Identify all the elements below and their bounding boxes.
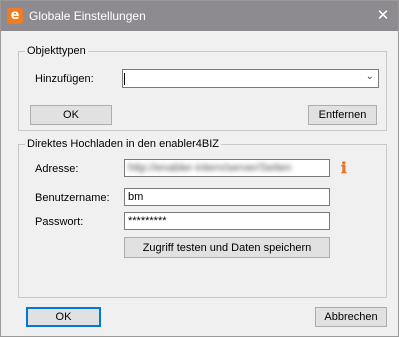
password-value: ********* (128, 215, 167, 227)
username-field[interactable]: bm (124, 188, 330, 206)
objekttypen-legend: Objekttypen (27, 45, 86, 57)
cancel-button[interactable]: Abbrechen (315, 307, 387, 327)
objekttypen-ok-button[interactable]: OK (30, 105, 112, 125)
remove-button[interactable]: Entfernen (308, 105, 377, 125)
close-icon[interactable]: ✕ (374, 6, 392, 24)
add-label: Hinzufügen: (35, 73, 94, 85)
window-title: Globale Einstellungen (29, 9, 146, 23)
password-field[interactable]: ********* (124, 212, 330, 230)
address-label: Adresse: (35, 163, 79, 175)
address-field[interactable]: http://enabler-intern/server/Seiten (124, 159, 330, 177)
ok-button[interactable]: OK (26, 307, 101, 327)
add-object-type-dropdown[interactable]: ⌄ (122, 69, 379, 88)
upload-legend: Direktes Hochladen in den enabler4BIZ (27, 138, 220, 150)
address-value: http://enabler-intern/server/Seiten (128, 162, 292, 174)
info-icon[interactable]: ℹ (341, 159, 347, 177)
title-bar: e Globale Einstellungen ✕ (1, 1, 398, 31)
enabler-app-icon: e (7, 8, 23, 24)
username-label: Benutzername: (35, 192, 110, 204)
chevron-down-icon[interactable]: ⌄ (366, 71, 374, 82)
test-and-save-button[interactable]: Zugriff testen und Daten speichern (124, 237, 330, 258)
password-label: Passwort: (35, 216, 84, 228)
username-value: bm (128, 191, 144, 203)
settings-dialog: e Globale Einstellungen ✕ Objekttypen Hi… (0, 0, 399, 337)
text-caret (124, 73, 125, 85)
